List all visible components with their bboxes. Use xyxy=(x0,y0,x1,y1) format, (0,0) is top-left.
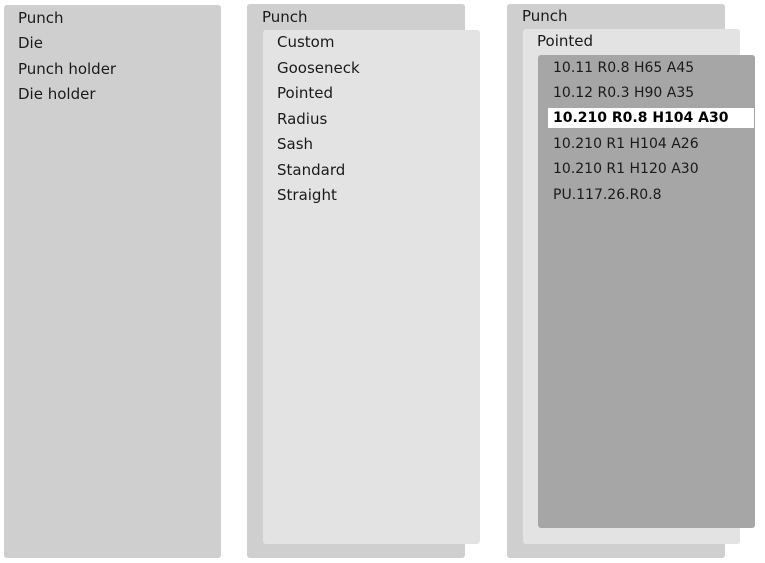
punch-type-list xyxy=(263,30,480,544)
punch-type-item-pointed[interactable]: Pointed xyxy=(277,83,333,103)
punch-type-item-custom[interactable]: Custom xyxy=(277,32,334,52)
model-item[interactable]: PU.117.26.R0.8 xyxy=(553,185,662,205)
punch-header-2[interactable]: Punch xyxy=(522,6,568,26)
model-item[interactable]: 10.12 R0.3 H90 A35 xyxy=(553,83,694,103)
pointed-header[interactable]: Pointed xyxy=(537,31,593,51)
punch-type-item-radius[interactable]: Radius xyxy=(277,109,327,129)
category-item-punch-holder[interactable]: Punch holder xyxy=(18,59,116,79)
category-item-die-holder[interactable]: Die holder xyxy=(18,84,95,104)
punch-header[interactable]: Punch xyxy=(262,7,308,27)
model-item[interactable]: 10.11 R0.8 H65 A45 xyxy=(553,58,694,78)
model-item[interactable]: 10.210 R1 H104 A26 xyxy=(553,134,699,154)
category-item-punch[interactable]: Punch xyxy=(18,8,64,28)
punch-type-item-sash[interactable]: Sash xyxy=(277,134,313,154)
category-item-die[interactable]: Die xyxy=(18,33,43,53)
punch-type-item-straight[interactable]: Straight xyxy=(277,185,337,205)
model-item[interactable]: 10.210 R1 H120 A30 xyxy=(553,159,699,179)
punch-type-item-standard[interactable]: Standard xyxy=(277,160,345,180)
model-item-selected[interactable]: 10.210 R0.8 H104 A30 xyxy=(548,108,754,128)
punch-type-item-gooseneck[interactable]: Gooseneck xyxy=(277,58,360,78)
